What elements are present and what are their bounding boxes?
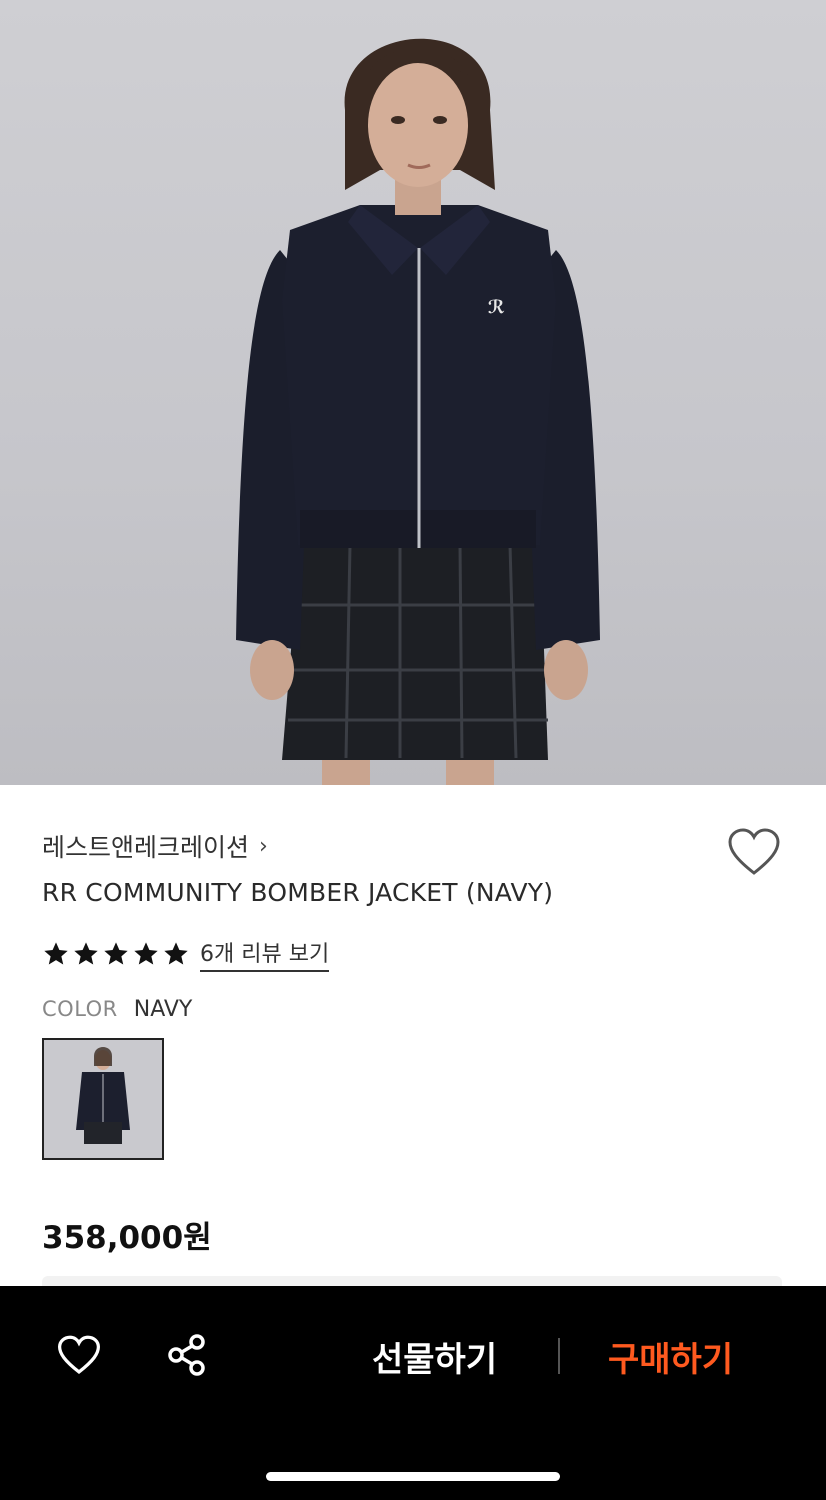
reviews-link[interactable]: 6개 리뷰 보기	[200, 936, 330, 972]
heart-icon	[728, 828, 780, 875]
svg-text:ℛ: ℛ	[488, 297, 505, 318]
swatch-thumbnail	[44, 1040, 162, 1158]
chevron-right-icon: ›	[259, 833, 268, 859]
home-indicator[interactable]	[266, 1472, 560, 1481]
bottom-action-bar: 선물하기 구매하기	[0, 1286, 826, 1500]
brand-name: 레스트앤레크레이션	[42, 833, 250, 862]
share-button[interactable]	[164, 1332, 210, 1378]
star-icon	[134, 942, 158, 965]
wishlist-button[interactable]	[726, 826, 782, 878]
color-row: COLOR NAVY	[42, 997, 192, 1022]
rating-stars	[42, 940, 190, 968]
share-icon	[168, 1334, 205, 1376]
color-value: NAVY	[133, 997, 193, 1022]
heart-icon	[57, 1335, 101, 1375]
brand-link[interactable]: 레스트앤레크레이션 ›	[42, 828, 268, 864]
button-separator	[558, 1338, 560, 1374]
star-icon	[104, 942, 128, 965]
star-icon	[164, 942, 188, 965]
rating-row: 6개 리뷰 보기	[42, 935, 330, 973]
product-image[interactable]: ℛ	[0, 0, 826, 785]
model-illustration: ℛ	[236, 38, 600, 785]
color-swatch-navy[interactable]	[42, 1038, 164, 1160]
color-label: COLOR	[42, 997, 118, 1021]
product-price: 358,000원	[42, 1220, 212, 1256]
star-icon	[74, 942, 98, 965]
star-icon	[44, 942, 68, 965]
wishlist-button-bottom[interactable]	[56, 1334, 102, 1376]
buy-button[interactable]: 구매하기	[608, 1332, 733, 1381]
gift-button[interactable]: 선물하기	[372, 1332, 497, 1381]
sheet-edge	[42, 1276, 782, 1286]
product-title: RR COMMUNITY BOMBER JACKET (NAVY)	[42, 878, 554, 907]
